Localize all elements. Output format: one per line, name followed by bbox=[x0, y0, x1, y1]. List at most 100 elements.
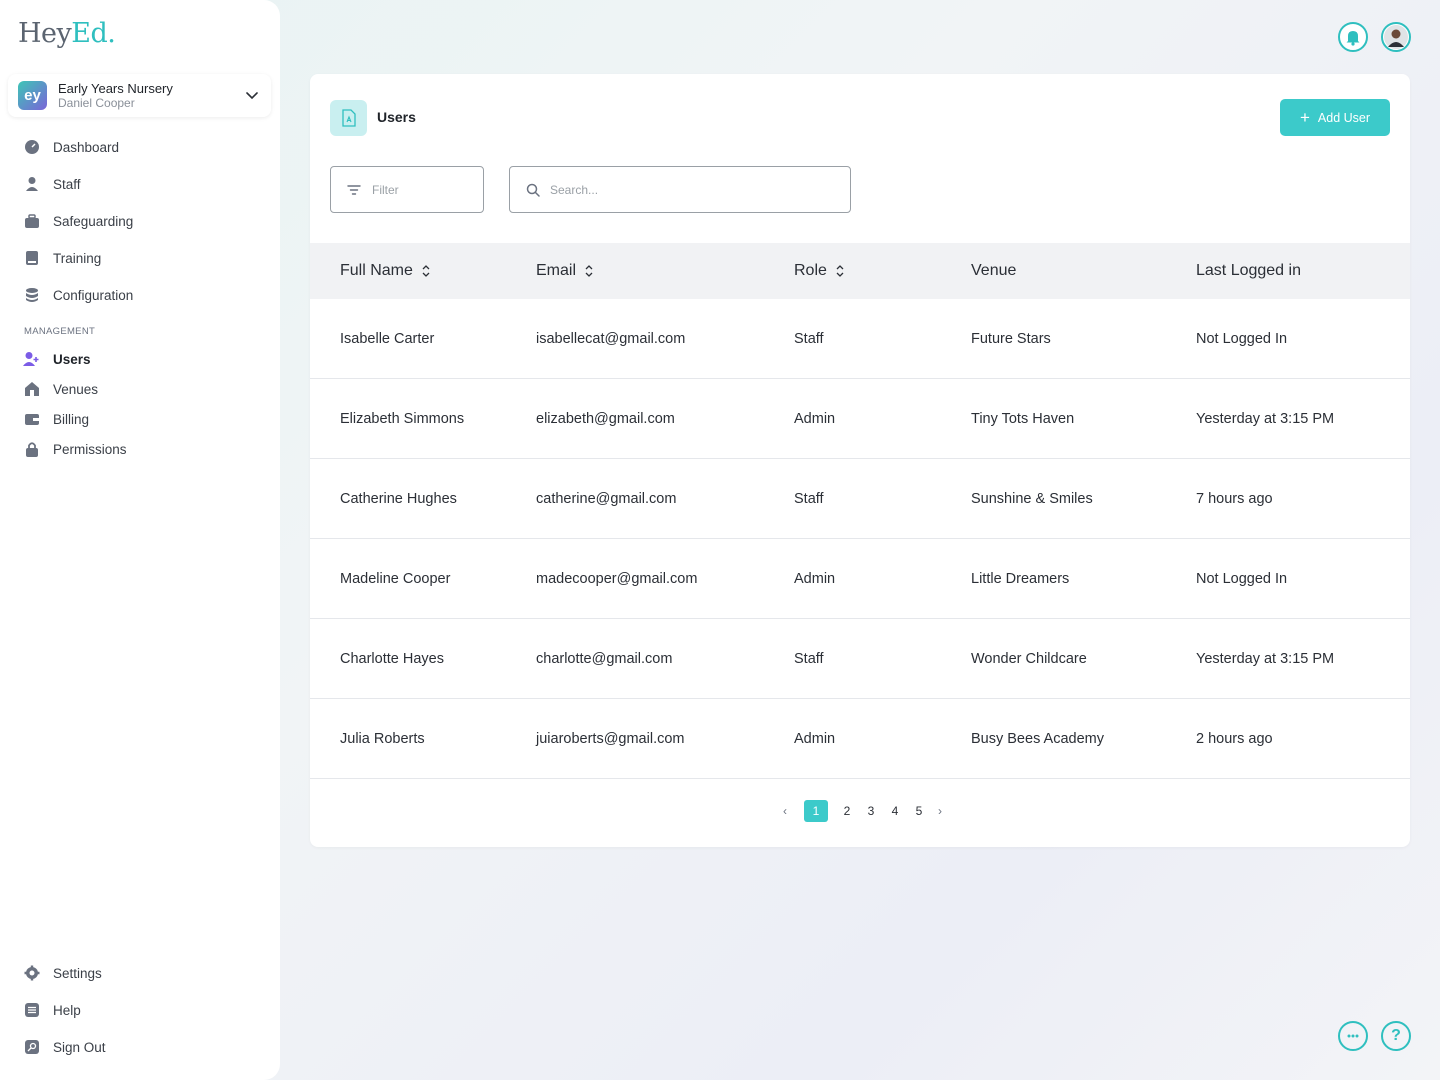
dashboard-icon bbox=[23, 139, 40, 156]
database-icon bbox=[23, 287, 40, 304]
cell-venue: Future Stars bbox=[971, 331, 1051, 347]
org-avatar: ey bbox=[18, 81, 47, 110]
help-button[interactable]: ? bbox=[1381, 1021, 1411, 1051]
user-avatar-button[interactable] bbox=[1381, 22, 1411, 52]
sidebar-item-label: Dashboard bbox=[53, 139, 120, 155]
table-row[interactable]: Isabelle Carter isabellecat@gmail.com St… bbox=[310, 299, 1410, 379]
sidebar-item-label: Configuration bbox=[53, 287, 134, 303]
table-row[interactable]: Catherine Hughes catherine@gmail.com Sta… bbox=[310, 459, 1410, 539]
plus-icon: + bbox=[1299, 108, 1310, 127]
header-email[interactable]: Email bbox=[536, 243, 594, 299]
cell-name: Madeline Cooper bbox=[340, 571, 451, 587]
cell-name: Isabelle Carter bbox=[340, 331, 435, 347]
header-last-logged-in: Last Logged in bbox=[1196, 243, 1301, 299]
table-row[interactable]: Madeline Cooper madecooper@gmail.com Adm… bbox=[310, 539, 1410, 619]
sidebar-item-billing[interactable]: Billing bbox=[23, 409, 89, 429]
logo-accent: Ed. bbox=[71, 18, 116, 49]
cell-last-logged-in: 7 hours ago bbox=[1196, 491, 1273, 507]
header-venue: Venue bbox=[971, 243, 1016, 299]
cell-name: Elizabeth Simmons bbox=[340, 411, 465, 427]
wallet-icon bbox=[23, 411, 40, 428]
sidebar-item-label: Help bbox=[53, 1002, 81, 1018]
cell-email: catherine@gmail.com bbox=[536, 491, 677, 507]
sidebar-item-venues[interactable]: Venues bbox=[23, 379, 98, 399]
chat-button[interactable] bbox=[1338, 1021, 1368, 1051]
search-icon bbox=[526, 183, 540, 197]
search-input[interactable] bbox=[550, 182, 830, 197]
sidebar-item-label: Settings bbox=[53, 965, 102, 981]
lock-icon bbox=[23, 441, 40, 458]
sidebar-item-dashboard[interactable]: Dashboard bbox=[23, 137, 119, 157]
cell-role: Staff bbox=[794, 331, 824, 347]
sort-icon bbox=[836, 265, 844, 277]
sidebar-item-label: Safeguarding bbox=[53, 213, 134, 229]
sidebar-item-sign-out[interactable]: Sign Out bbox=[23, 1037, 106, 1057]
cell-venue: Sunshine & Smiles bbox=[971, 491, 1093, 507]
org-user: Daniel Cooper bbox=[58, 95, 135, 110]
sidebar-item-permissions[interactable]: Permissions bbox=[23, 439, 127, 459]
pagination-page-1[interactable]: 1 bbox=[804, 800, 828, 822]
cell-role: Admin bbox=[794, 411, 836, 427]
cell-venue: Tiny Tots Haven bbox=[971, 411, 1075, 427]
sidebar-item-training[interactable]: Training bbox=[23, 248, 101, 268]
filter-icon bbox=[347, 184, 361, 195]
org-switcher[interactable]: ey Early Years Nursery Daniel Cooper bbox=[8, 74, 271, 117]
home-icon bbox=[23, 381, 40, 398]
table-row[interactable]: Julia Roberts juiaroberts@gmail.com Admi… bbox=[310, 699, 1410, 779]
book-icon bbox=[23, 250, 40, 267]
sidebar-item-label: Users bbox=[53, 351, 91, 367]
cell-role: Staff bbox=[794, 491, 824, 507]
pagination-page-2[interactable]: 2 bbox=[835, 800, 859, 822]
filter-label: Filter bbox=[372, 182, 399, 197]
heyed-logo[interactable]: HeyEd. bbox=[18, 18, 116, 49]
notifications-button[interactable] bbox=[1338, 22, 1368, 52]
avatar bbox=[1384, 25, 1408, 49]
document-icon bbox=[330, 100, 367, 136]
cell-name: Charlotte Hayes bbox=[340, 651, 444, 667]
cell-venue: Wonder Childcare bbox=[971, 651, 1087, 667]
cell-email: juiaroberts@gmail.com bbox=[536, 731, 685, 747]
sidebar-item-users[interactable]: Users bbox=[23, 349, 91, 369]
sidebar-item-safeguarding[interactable]: Safeguarding bbox=[23, 211, 133, 231]
sidebar-item-label: Sign Out bbox=[53, 1039, 106, 1055]
cell-last-logged-in: Not Logged In bbox=[1196, 331, 1288, 347]
pagination: ‹ 1 2 3 4 5 › bbox=[776, 800, 949, 822]
pagination-prev[interactable]: ‹ bbox=[776, 800, 794, 822]
header-full-name[interactable]: Full Name bbox=[340, 243, 431, 299]
bell-icon bbox=[1346, 31, 1360, 46]
chat-icon bbox=[1347, 1034, 1359, 1038]
cell-email: isabellecat@gmail.com bbox=[536, 331, 686, 347]
cell-venue: Busy Bees Academy bbox=[971, 731, 1104, 747]
sidebar-item-settings[interactable]: Settings bbox=[23, 963, 102, 983]
sort-icon bbox=[585, 265, 593, 277]
cell-role: Admin bbox=[794, 571, 836, 587]
sidebar-item-help[interactable]: Help bbox=[23, 1000, 81, 1020]
add-user-button[interactable]: + Add User bbox=[1280, 99, 1390, 136]
cell-venue: Little Dreamers bbox=[971, 571, 1070, 587]
cell-name: Catherine Hughes bbox=[340, 491, 457, 507]
pagination-page-4[interactable]: 4 bbox=[883, 800, 907, 822]
header-role[interactable]: Role bbox=[794, 243, 845, 299]
cell-last-logged-in: 2 hours ago bbox=[1196, 731, 1273, 747]
table-header: Full Name Email Role Venue Last Logged i… bbox=[310, 243, 1410, 299]
sidebar-item-configuration[interactable]: Configuration bbox=[23, 285, 133, 305]
cell-last-logged-in: Not Logged In bbox=[1196, 571, 1288, 587]
pagination-page-3[interactable]: 3 bbox=[859, 800, 883, 822]
search-field[interactable] bbox=[509, 166, 851, 213]
gear-icon bbox=[23, 965, 40, 982]
pagination-next[interactable]: › bbox=[931, 800, 949, 822]
pagination-page-5[interactable]: 5 bbox=[907, 800, 931, 822]
briefcase-icon bbox=[23, 213, 40, 230]
users-card: Users + Add User Filter Full Name Email … bbox=[310, 74, 1410, 847]
logo-main: Hey bbox=[18, 18, 72, 49]
chevron-down-icon bbox=[246, 92, 258, 100]
header-label: Email bbox=[536, 262, 577, 279]
sidebar-item-staff[interactable]: Staff bbox=[23, 174, 81, 194]
filter-button[interactable]: Filter bbox=[330, 166, 484, 213]
table-row[interactable]: Elizabeth Simmons elizabeth@gmail.com Ad… bbox=[310, 379, 1410, 459]
sidebar: HeyEd. ey Early Years Nursery Daniel Coo… bbox=[0, 0, 280, 1080]
list-icon bbox=[23, 1002, 40, 1019]
table-row[interactable]: Charlotte Hayes charlotte@gmail.com Staf… bbox=[310, 619, 1410, 699]
question-icon: ? bbox=[1391, 1027, 1401, 1044]
header-label: Venue bbox=[971, 262, 1017, 279]
